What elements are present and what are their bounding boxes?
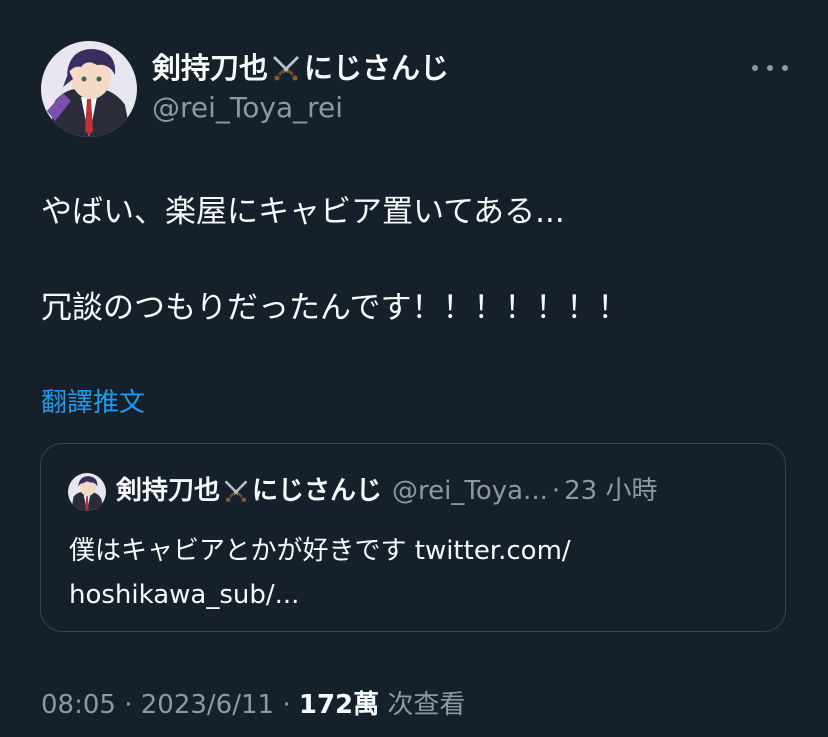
author-name-suffix: にじさんじ xyxy=(304,51,450,85)
more-dot xyxy=(767,65,773,71)
author-handle[interactable]: @rei_Toya_rei xyxy=(152,90,343,126)
footer-separator: · xyxy=(124,690,133,720)
more-options-icon[interactable] xyxy=(752,56,788,80)
quote-text-line-1: 僕はキャビアとかが好きです twitter.com/ xyxy=(69,536,571,566)
footer-separator: · xyxy=(282,690,291,720)
crossed-swords-icon xyxy=(270,52,302,84)
translate-tweet-link[interactable]: 翻譯推文 xyxy=(41,386,145,420)
quote-time: 23 小時 xyxy=(564,476,658,506)
crossed-swords-icon xyxy=(222,477,250,505)
quote-name-prefix: 剣持刀也 xyxy=(116,476,221,506)
quote-handle: @rei_Toya... xyxy=(392,476,548,506)
author-name-prefix: 剣持刀也 xyxy=(152,51,269,85)
more-dot xyxy=(782,65,788,71)
more-dot xyxy=(752,65,758,71)
author-display-name[interactable]: 剣持刀也 にじさんじ xyxy=(152,48,449,88)
quote-name-suffix: にじさんじ xyxy=(252,476,383,506)
tweet-time[interactable]: 08:05 xyxy=(41,690,116,720)
quote-avatar xyxy=(68,473,106,511)
quote-header: 剣持刀也 にじさんじ @rei_Toya... · 23 小時 xyxy=(116,472,657,510)
tweet-detail: 剣持刀也 にじさんじ @rei_Toya_rei やばい、楽屋にキャビア置いてあ… xyxy=(0,0,828,737)
quote-text: 僕はキャビアとかが好きです twitter.com/ hoshikawa_sub… xyxy=(69,529,769,617)
quoted-tweet-card[interactable]: 剣持刀也 にじさんじ @rei_Toya... · 23 小時 僕はキャビアとか… xyxy=(40,443,786,632)
avatar-image xyxy=(41,41,137,137)
tweet-text-line-2: 冗談のつもりだったんです！！！！！！！ xyxy=(41,290,629,326)
quote-author-name: 剣持刀也 にじさんじ xyxy=(116,472,382,510)
quote-text-line-2: hoshikawa_sub/... xyxy=(69,580,300,610)
tweet-date[interactable]: 2023/6/11 xyxy=(141,690,274,720)
tweet-footer: 08:05 · 2023/6/11 · 172萬 次查看 xyxy=(41,686,465,724)
avatar[interactable] xyxy=(41,41,137,137)
tweet-text-line-1: やばい、楽屋にキャビア置いてある... xyxy=(41,194,565,230)
views-count: 172萬 xyxy=(298,690,380,720)
views-label: 次查看 xyxy=(387,690,466,720)
quote-separator: · xyxy=(551,476,561,506)
